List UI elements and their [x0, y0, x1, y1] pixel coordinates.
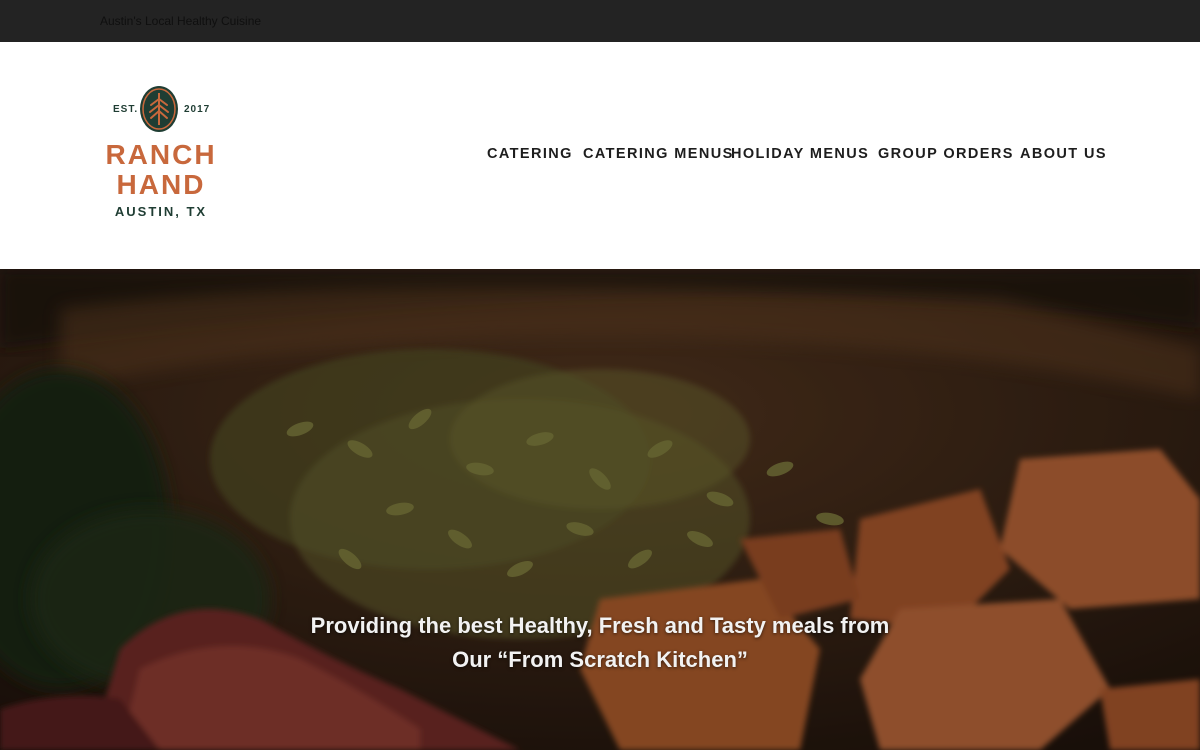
nav-catering[interactable]: CATERING: [487, 146, 573, 162]
ranch-hand-logo[interactable]: EST. 2017 RANCH HAND AUSTIN, TX: [96, 85, 226, 225]
hero-line-1: Providing the best Healthy, Fresh and Ta…: [310, 613, 890, 638]
tagline: Austin's Local Healthy Cuisine: [100, 14, 262, 28]
hero-line-2: Our “From Scratch Kitchen”: [452, 647, 748, 672]
logo-text-hand: HAND: [116, 169, 206, 200]
hero-headline: Providing the best Healthy, Fresh and Ta…: [250, 609, 950, 677]
logo-city: AUSTIN, TX: [114, 204, 208, 219]
site-header: EST. 2017 RANCH HAND AUSTIN, TX CATERING…: [0, 42, 1200, 269]
nav-about-us[interactable]: ABOUT US: [1020, 146, 1107, 162]
hero-food-image: [0, 269, 1200, 750]
nav-holiday-menus[interactable]: HOLIDAY MENUS: [731, 146, 869, 162]
top-bar: Austin's Local Healthy Cuisine: [0, 0, 1200, 42]
logo-est-label: EST.: [113, 104, 139, 115]
hero-banner: Providing the best Healthy, Fresh and Ta…: [0, 269, 1200, 750]
logo-year-label: 2017: [184, 104, 211, 115]
nav-group-orders[interactable]: GROUP ORDERS: [878, 146, 1014, 162]
wheat-emblem-icon: [140, 86, 178, 132]
logo-text-ranch: RANCH: [105, 139, 217, 170]
nav-catering-menus[interactable]: CATERING MENUS: [583, 146, 734, 162]
